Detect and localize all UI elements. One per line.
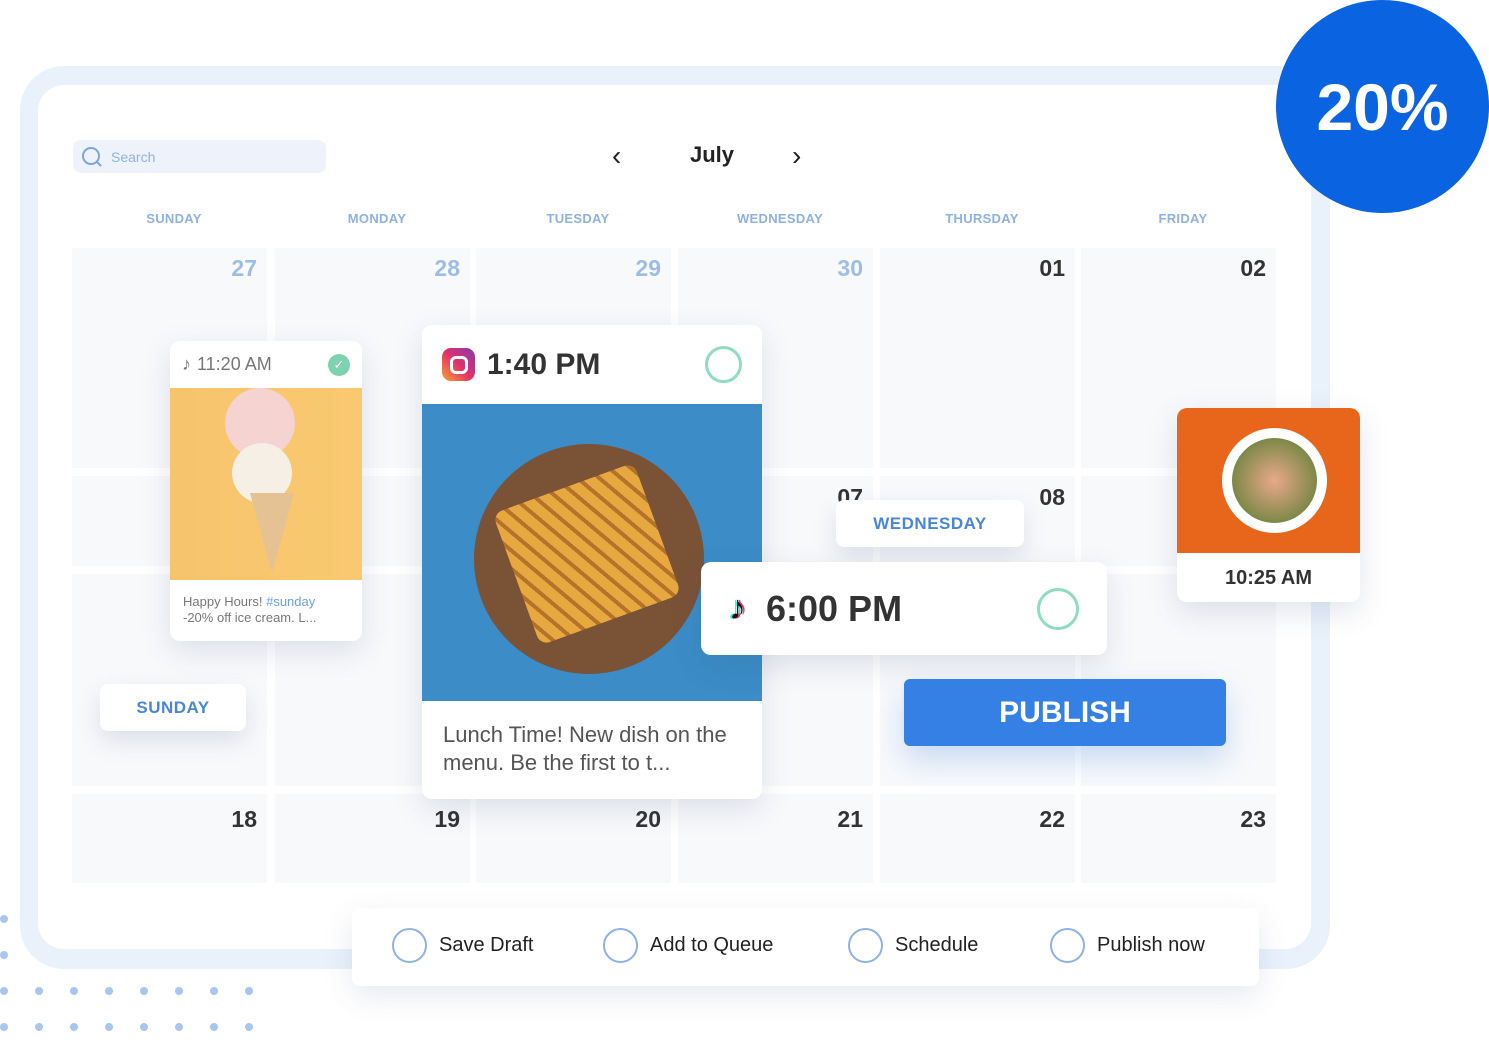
- save-draft-option[interactable]: Save Draft: [392, 928, 533, 963]
- weekday-header: THURSDAY: [945, 211, 1019, 226]
- decorative-dot: [0, 915, 8, 923]
- option-label: Save Draft: [439, 934, 534, 956]
- post-time: 1:40 PM: [487, 347, 601, 381]
- option-label: Add to Queue: [650, 934, 774, 956]
- day-number: 23: [1240, 806, 1266, 832]
- day-number: 02: [1240, 255, 1266, 281]
- search-placeholder: Search: [111, 148, 156, 165]
- decorative-dot: [35, 1023, 43, 1031]
- publish-now-option[interactable]: Publish now: [1050, 928, 1205, 963]
- decorative-dot: [140, 1023, 148, 1031]
- search-input[interactable]: Search: [73, 140, 326, 173]
- decorative-dot: [0, 1023, 8, 1031]
- decorative-dot: [70, 987, 78, 995]
- decorative-dot: [35, 987, 43, 995]
- day-number: 22: [1039, 806, 1065, 832]
- status-ring-icon[interactable]: [1037, 587, 1079, 630]
- radio-icon[interactable]: [392, 928, 427, 963]
- sunday-label: SUNDAY: [100, 684, 246, 731]
- weekday-header: MONDAY: [347, 211, 407, 226]
- instagram-icon: [442, 348, 475, 381]
- decorative-dot: [245, 1023, 253, 1031]
- radio-icon[interactable]: [603, 928, 638, 963]
- decorative-dot: [0, 987, 8, 995]
- day-number: 18: [231, 806, 257, 832]
- post-card-icecream[interactable]: ♪ 11:20 AM ✓ Happy Hours! #sunday -20% o…: [170, 341, 362, 641]
- decorative-dot: [245, 987, 253, 995]
- discount-badge: 20%: [1276, 0, 1489, 213]
- post-card-tiktok[interactable]: ♪ 6:00 PM: [701, 562, 1107, 655]
- decorative-dot: [105, 1023, 113, 1031]
- check-icon: ✓: [328, 353, 350, 376]
- icecream-image: [170, 388, 362, 580]
- day-number: 28: [434, 255, 460, 281]
- weekday-header: SUNDAY: [146, 211, 202, 226]
- weekday-header: WEDNESDAY: [736, 211, 823, 226]
- post-caption-2: -20% off ice cream. L...: [183, 610, 317, 625]
- decorative-dot: [175, 1023, 183, 1031]
- salad-image: [1177, 408, 1360, 553]
- decorative-dot: [140, 987, 148, 995]
- decorative-dot: [210, 987, 218, 995]
- option-label: Publish now: [1097, 934, 1205, 956]
- post-time: 11:20 AM: [197, 354, 272, 374]
- search-icon: [82, 146, 102, 167]
- tiktok-icon: ♪: [182, 354, 191, 374]
- schedule-option[interactable]: Schedule: [848, 928, 978, 963]
- add-to-queue-option[interactable]: Add to Queue: [603, 928, 773, 963]
- day-number: 01: [1039, 255, 1065, 281]
- option-label: Schedule: [895, 934, 979, 956]
- sandwich-image: [422, 404, 762, 701]
- wednesday-label: WEDNESDAY: [836, 500, 1024, 547]
- tiktok-icon: ♪: [729, 589, 746, 627]
- status-ring-icon[interactable]: [705, 346, 742, 383]
- post-caption: Lunch Time! New dish on the menu. Be the…: [443, 722, 727, 775]
- post-card-salad[interactable]: 10:25 AM: [1177, 408, 1360, 602]
- day-number: 20: [635, 806, 661, 832]
- day-number: 27: [231, 255, 257, 281]
- decorative-dot: [105, 987, 113, 995]
- publish-button[interactable]: PUBLISH: [904, 679, 1226, 746]
- post-time: 6:00 PM: [766, 587, 903, 629]
- day-number: 21: [837, 806, 863, 832]
- chevron-left-icon[interactable]: ‹: [612, 140, 621, 172]
- day-number: 30: [837, 255, 863, 281]
- chevron-right-icon[interactable]: ›: [792, 140, 801, 172]
- month-title: July: [689, 142, 735, 167]
- radio-icon[interactable]: [848, 928, 883, 963]
- weekday-header: FRIDAY: [1158, 211, 1208, 226]
- radio-icon[interactable]: [1050, 928, 1085, 963]
- action-bar: Save Draft Add to Queue Schedule Publish…: [352, 908, 1259, 986]
- weekday-header: TUESDAY: [546, 211, 610, 226]
- decorative-dot: [70, 1023, 78, 1031]
- decorative-dot: [175, 987, 183, 995]
- post-caption: Happy Hours!: [183, 594, 267, 609]
- decorative-dot: [0, 951, 8, 959]
- post-hashtag[interactable]: #sunday: [266, 594, 315, 609]
- day-number: 19: [434, 806, 460, 832]
- day-number: 29: [635, 255, 661, 281]
- post-time: 10:25 AM: [1224, 567, 1313, 589]
- decorative-dot: [210, 1023, 218, 1031]
